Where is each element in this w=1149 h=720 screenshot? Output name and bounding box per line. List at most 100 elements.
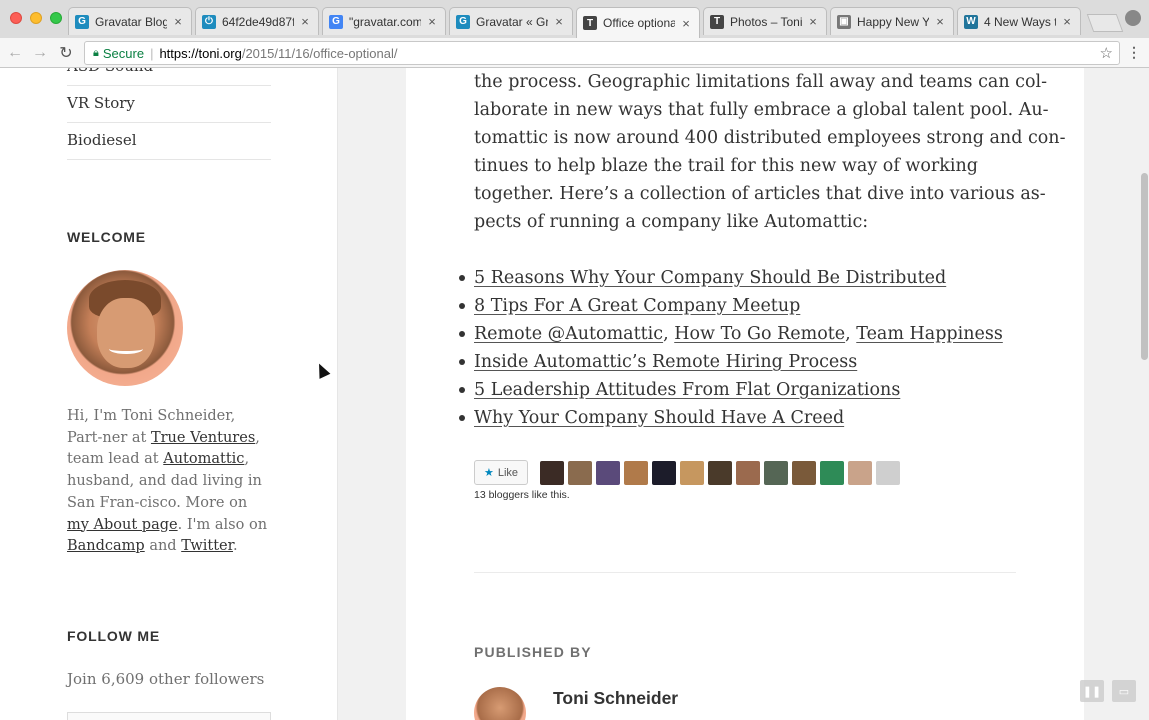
close-tab-icon[interactable]: × <box>552 14 566 29</box>
forward-button[interactable]: → <box>29 42 51 64</box>
scrollbar[interactable] <box>1139 68 1149 720</box>
reload-button[interactable]: ↻ <box>55 42 77 64</box>
separator: | <box>150 45 154 61</box>
paragraph-line: the process. Geographic limitations fall… <box>474 72 1048 92</box>
article-link[interactable]: How To Go Remote <box>674 324 845 344</box>
paragraph-line: pects of running a company like Automatt… <box>474 212 869 232</box>
tab-0[interactable]: G Gravatar Blog × <box>68 7 192 35</box>
t-icon: T <box>583 16 597 30</box>
close-tab-icon[interactable]: × <box>425 14 439 29</box>
liker-avatar[interactable] <box>680 461 704 485</box>
bookmark-star-icon[interactable]: ☆ <box>1100 44 1113 62</box>
menu-icon[interactable]: ⋮ <box>1127 44 1141 61</box>
sidebar-link-vr-story[interactable]: VR Story <box>67 94 271 123</box>
tab-3[interactable]: G Gravatar « Gra × <box>449 7 573 35</box>
close-tab-icon[interactable]: × <box>171 14 185 29</box>
picture-in-picture-icon[interactable]: ▭ <box>1112 680 1136 702</box>
lock-icon: 🔒︎ <box>93 46 99 59</box>
tab-4[interactable]: T Office optional × <box>576 7 700 38</box>
sidebar-link-biodiesel[interactable]: Biodiesel <box>67 131 271 160</box>
url-path: /2015/11/16/office-optional/ <box>241 45 398 61</box>
paragraph-line: tinues to help blaze the trail for this … <box>474 156 978 176</box>
liker-avatar[interactable] <box>736 461 760 485</box>
close-tab-icon[interactable]: × <box>1060 14 1074 29</box>
like-count: 13 bloggers like this. <box>474 489 570 501</box>
article-link[interactable]: Inside Automattic’s Remote Hiring Proces… <box>474 352 857 372</box>
power-icon: ⏻ <box>202 14 216 29</box>
automattic-link[interactable]: Automattic <box>163 451 244 467</box>
tab-title: 64f2de49d87fc <box>222 14 294 29</box>
browser-toolbar: ← → ↻ 🔒︎ Secure | https://toni.org/2015/… <box>0 38 1149 68</box>
tab-2[interactable]: G "gravatar.com/ × <box>322 7 446 35</box>
photo-icon: ▣ <box>837 14 851 29</box>
article-link[interactable]: 8 Tips For A Great Company Meetup <box>474 296 800 316</box>
list-item: 5 Reasons Why Your Company Should Be Dis… <box>459 264 1034 292</box>
tab-1[interactable]: ⏻ 64f2de49d87fc × <box>195 7 319 35</box>
profile-icon[interactable] <box>1125 10 1141 26</box>
scrollbar-thumb[interactable] <box>1141 173 1148 360</box>
tab-strip: G Gravatar Blog × ⏻ 64f2de49d87fc × G "gravatar… <box>0 0 1149 38</box>
published-by-label: PUBLISHED BY <box>474 644 592 660</box>
article-link[interactable]: 5 Reasons Why Your Company Should Be Dis… <box>474 268 946 288</box>
twitter-link[interactable]: Twitter <box>181 538 233 554</box>
followers-text: Join 6,609 other followers <box>67 670 265 688</box>
like-button[interactable]: ★ Like <box>474 460 528 485</box>
tab-title: Photos – Toni.c <box>730 14 802 29</box>
avatar <box>67 270 183 386</box>
wordpress-icon: W <box>964 14 978 29</box>
article-link[interactable]: 5 Leadership Attitudes From Flat Organiz… <box>474 380 900 400</box>
tab-7[interactable]: W 4 New Ways to × <box>957 7 1081 35</box>
about-page-link[interactable]: my About page <box>67 517 178 533</box>
bandcamp-link[interactable]: Bandcamp <box>67 538 145 554</box>
close-window-button[interactable] <box>10 12 22 24</box>
gravatar-icon: G <box>456 14 470 29</box>
list-item: 5 Leadership Attitudes From Flat Organiz… <box>459 376 1034 404</box>
address-bar[interactable]: 🔒︎ Secure | https://toni.org/2015/11/16/… <box>84 41 1120 65</box>
star-icon: ★ <box>483 467 494 479</box>
liker-avatar[interactable] <box>876 461 900 485</box>
author-avatar[interactable] <box>474 687 526 720</box>
follow-title: FOLLOW ME <box>67 628 161 644</box>
article-link[interactable]: Remote @Automattic <box>474 324 663 344</box>
liker-avatar[interactable] <box>596 461 620 485</box>
new-tab-button[interactable] <box>1086 14 1124 32</box>
likers-avatars <box>540 461 900 485</box>
list-item: Inside Automattic’s Remote Hiring Proces… <box>459 348 1034 376</box>
liker-avatar[interactable] <box>848 461 872 485</box>
back-button[interactable]: ← <box>4 42 26 64</box>
liker-avatar[interactable] <box>764 461 788 485</box>
article-link[interactable]: Why Your Company Should Have A Creed <box>474 408 844 428</box>
tab-title: "gravatar.com/ <box>349 14 421 29</box>
tab-6[interactable]: ▣ Happy New Yea × <box>830 7 954 35</box>
minimize-window-button[interactable] <box>30 12 42 24</box>
close-tab-icon[interactable]: × <box>679 16 693 31</box>
tab-title: Gravatar Blog <box>95 14 167 29</box>
author-name[interactable]: Toni Schneider <box>553 688 678 709</box>
sidebar-link-asd-sound[interactable]: ASD Sound <box>67 68 271 86</box>
close-tab-icon[interactable]: × <box>806 14 820 29</box>
liker-avatar[interactable] <box>652 461 676 485</box>
true-ventures-link[interactable]: True Ventures <box>151 430 255 446</box>
liker-avatar[interactable] <box>820 461 844 485</box>
web-page: ASD Sound VR Story Biodiesel WELCOME Hi,… <box>0 68 1149 720</box>
liker-avatar[interactable] <box>792 461 816 485</box>
url-host: https://toni.org <box>159 45 242 61</box>
liker-avatar[interactable] <box>624 461 648 485</box>
close-tab-icon[interactable]: × <box>298 14 312 29</box>
tab-5[interactable]: T Photos – Toni.c × <box>703 7 827 35</box>
tab-title: 4 New Ways to <box>984 14 1056 29</box>
maximize-window-button[interactable] <box>50 12 62 24</box>
liker-avatar[interactable] <box>540 461 564 485</box>
email-field[interactable] <box>67 712 271 720</box>
article-paragraph: the process. Geographic limitations fall… <box>474 68 1066 236</box>
liker-avatar[interactable] <box>708 461 732 485</box>
bio-text: Hi, I'm Toni Schneider, Part-ner at True… <box>67 408 268 555</box>
list-item: Remote @Automattic, How To Go Remote, Te… <box>459 320 1034 348</box>
pause-icon[interactable]: ❚❚ <box>1080 680 1104 702</box>
sidebar: ASD Sound VR Story Biodiesel WELCOME Hi,… <box>0 68 338 720</box>
article-link[interactable]: Team Happiness <box>856 324 1003 344</box>
close-tab-icon[interactable]: × <box>933 14 947 29</box>
liker-avatar[interactable] <box>568 461 592 485</box>
list-item: 8 Tips For A Great Company Meetup <box>459 292 1034 320</box>
paragraph-line: together. Here’s a collection of article… <box>474 184 1046 204</box>
